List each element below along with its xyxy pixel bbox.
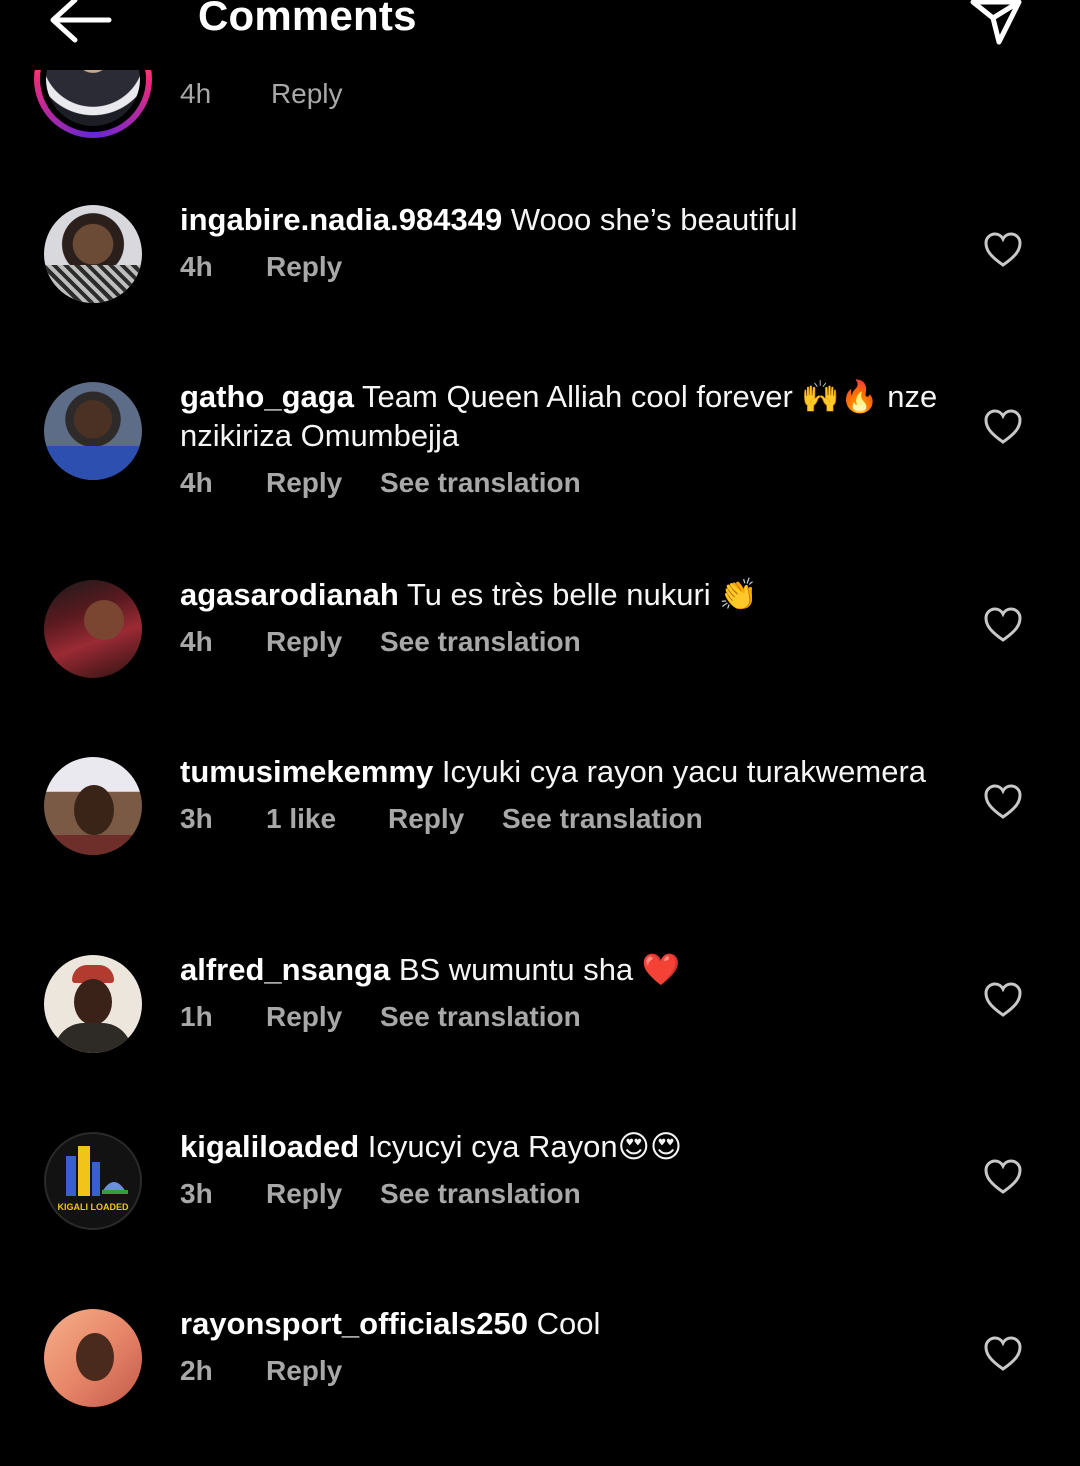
avatar[interactable]: [44, 382, 142, 480]
comment-username[interactable]: agasarodianah: [180, 577, 399, 612]
reply-button[interactable]: Reply: [266, 1001, 342, 1033]
comment-text: BS wumuntu sha ❤️: [398, 952, 681, 987]
avatar[interactable]: [44, 955, 142, 1053]
see-translation-button[interactable]: See translation: [380, 1001, 581, 1033]
comment-time: 2h: [180, 1355, 213, 1386]
comment-time: 4h: [180, 467, 213, 498]
heart-outline-icon[interactable]: [984, 232, 1022, 268]
partial-comment-reply[interactable]: Reply: [271, 78, 343, 109]
partial-comment-time: 4h: [180, 78, 212, 109]
heart-outline-icon[interactable]: [984, 607, 1022, 643]
avatar[interactable]: KIGALI LOADED: [44, 1132, 142, 1230]
reply-button[interactable]: Reply: [266, 1178, 342, 1210]
comment-time: 4h: [180, 251, 213, 282]
see-translation-button[interactable]: See translation: [502, 803, 703, 835]
arrow-left-icon: [50, 0, 112, 43]
comment-time: 4h: [180, 626, 213, 657]
avatar[interactable]: [44, 205, 142, 303]
comment-username[interactable]: gatho_gaga: [180, 379, 354, 414]
reply-button[interactable]: Reply: [266, 251, 342, 283]
comment-username[interactable]: alfred_nsanga: [180, 952, 390, 987]
reply-button[interactable]: Reply: [266, 626, 342, 658]
see-translation-button[interactable]: See translation: [380, 1178, 581, 1210]
comment-username[interactable]: tumusimekemmy: [180, 754, 433, 789]
comment-username[interactable]: kigaliloaded: [180, 1129, 359, 1164]
comment-text: Cool: [536, 1306, 601, 1341]
see-translation-button[interactable]: See translation: [380, 626, 581, 658]
comment-time: 3h: [180, 1178, 213, 1209]
heart-outline-icon[interactable]: [984, 784, 1022, 820]
comment-time: 3h: [180, 803, 213, 834]
heart-outline-icon[interactable]: [984, 1159, 1022, 1195]
share-button[interactable]: [956, 0, 1036, 56]
reply-button[interactable]: Reply: [388, 803, 464, 835]
avatar[interactable]: [44, 757, 142, 855]
back-button[interactable]: [40, 0, 120, 50]
comment-time: 1h: [180, 1001, 213, 1032]
page-title: Comments: [198, 0, 417, 39]
heart-outline-icon[interactable]: [984, 982, 1022, 1018]
paper-plane-icon: [970, 0, 1022, 45]
like-count[interactable]: 1 like: [266, 803, 336, 835]
partial-comment-meta: 4h Reply: [180, 78, 343, 110]
kigali-loaded-logo: KIGALI LOADED: [58, 1146, 129, 1212]
see-translation-button[interactable]: See translation: [380, 467, 581, 499]
comment-text: Icyucyi cya Rayon😍😍: [367, 1129, 683, 1164]
reply-button[interactable]: Reply: [266, 467, 342, 499]
comment-username[interactable]: rayonsport_officials250: [180, 1306, 528, 1341]
avatar[interactable]: [44, 580, 142, 678]
comments-screen: 4h Reply Comments ingabire.nadia.984349 …: [0, 0, 1080, 1466]
app-header: Comments: [0, 0, 1080, 70]
logo-text: KIGALI LOADED: [58, 1202, 129, 1212]
comment-username[interactable]: ingabire.nadia.984349: [180, 202, 502, 237]
comment-text: Wooo she’s beautiful: [510, 202, 798, 237]
comment-text: Icyuki cya rayon yacu turakwemera: [441, 754, 927, 789]
heart-outline-icon[interactable]: [984, 409, 1022, 445]
reply-button[interactable]: Reply: [266, 1355, 342, 1387]
heart-outline-icon[interactable]: [984, 1336, 1022, 1372]
avatar[interactable]: [44, 1309, 142, 1407]
comment-text: Tu es très belle nukuri 👏: [406, 577, 758, 612]
